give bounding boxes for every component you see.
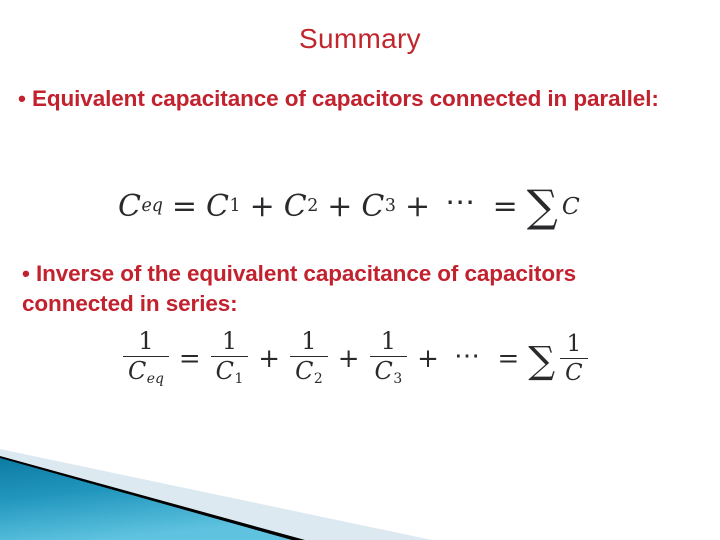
bullet-text-parallel: Equivalent capacitance of capacitors con… [31,86,659,111]
ellipsis: ⋯ [445,184,478,220]
fraction-summand: 1 C [560,330,588,385]
formula-lhs-subscript: eq [141,196,163,216]
fraction-3-denominator: C3 [369,355,408,388]
term-1-subscript: 1 [229,196,241,216]
term-1-subscript: 1 [234,371,244,388]
term-2-variable: C [283,188,307,224]
term-3-subscript: 3 [384,196,396,216]
equals-sign-2: = [497,343,520,374]
summand-denominator: C [560,357,588,385]
bullet-marker: • [18,86,26,111]
ellipsis: ⋯ [453,340,483,371]
plus-sign-2: + [337,343,360,374]
fraction-lhs: 1 Ceq [123,327,169,388]
equals-sign-1: = [178,343,201,374]
fraction-term-3: 1 C3 [369,327,408,388]
fraction-term-1: 1 C1 [210,327,249,388]
fraction-2-numerator: 1 [301,327,317,355]
plus-sign-3: + [404,188,431,224]
plus-sign-1: + [249,188,275,224]
fraction-2-denominator: C2 [290,355,328,388]
bullet-item-series: • Inverse of the equivalent capacitance … [22,259,632,318]
bullet-text-series: Inverse of the equivalent capacitance of… [22,261,577,316]
black-diagonal-stripe [0,456,305,540]
formula-lhs-variable: C [118,188,141,224]
fraction-3-numerator: 1 [380,327,396,355]
term-2-variable: C [295,356,314,385]
summand-numerator: 1 [566,330,582,357]
summation-sigma-icon: ∑ [528,337,556,382]
plus-sign-2: + [327,188,353,224]
term-2-subscript: 2 [313,371,323,388]
equals-sign-2: = [492,188,518,224]
summation-variable: C [561,192,580,220]
term-1-variable: C [215,356,234,385]
term-2-subscript: 2 [307,196,319,216]
decorative-corner-graphic [0,449,432,540]
term-3-variable: C [374,356,393,385]
lhs-subscript: eq [146,371,164,388]
formula-parallel-capacitance: Ceq = C1 + C2 + C3 + ⋯ = ∑ C [118,181,580,233]
fraction-term-2: 1 C2 [290,327,328,388]
lhs-variable: C [128,356,147,385]
plus-sign-3: + [417,343,439,374]
pale-blue-wedge [0,449,432,540]
equals-sign-1: = [171,188,198,224]
fraction-1-numerator: 1 [221,327,238,355]
term-3-variable: C [361,188,385,224]
bullet-marker: • [22,261,30,286]
fraction-lhs-numerator: 1 [138,327,154,355]
formula-series-capacitance: 1 Ceq = 1 C1 + 1 C2 + 1 C3 + ⋯ = ∑ 1 C [122,327,589,388]
fraction-1-denominator: C1 [210,355,249,388]
blue-gradient-triangle [0,458,292,540]
summation-sigma-icon: ∑ [526,182,558,233]
term-3-subscript: 3 [393,371,403,388]
term-1-variable: C [206,188,230,224]
fraction-lhs-denominator: Ceq [123,355,169,388]
page-title: Summary [299,23,421,54]
bullet-item-parallel: • Equivalent capacitance of capacitors c… [18,84,708,114]
slide-canvas: Summary • Equivalent capacitance of capa… [0,0,720,540]
plus-sign-1: + [258,343,281,374]
